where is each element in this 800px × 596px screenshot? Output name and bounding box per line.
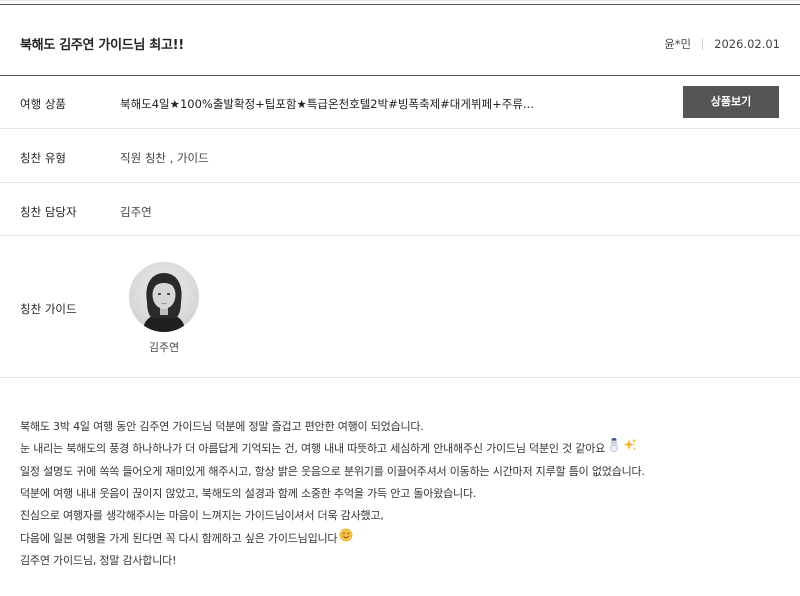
product-label: 여행 상품 — [20, 97, 66, 111]
sparkles-icon — [623, 438, 637, 460]
review-body: 북해도 3박 4일 여행 동안 김주연 가이드님 덕분에 정말 즐겁고 편안한 … — [20, 416, 780, 572]
praise-guide-label: 칭찬 가이드 — [20, 302, 77, 316]
review-line: 김주연 가이드님, 정말 감사합니다! — [20, 554, 177, 568]
product-name: 북해도4일★100%출발확정+팁포함★특급온천호텔2박#빙폭축제#대게뷔페+주류… — [120, 97, 534, 111]
page-top-border — [0, 0, 800, 1]
guide-photo — [129, 262, 199, 332]
review-line-with-emoji: 눈 내리는 북해도의 풍경 하나하나가 더 아름답게 기억되는 건, 여행 내내… — [20, 438, 780, 460]
field-row-praise-manager: 칭찬 담당자 김주연 — [0, 183, 800, 236]
review-header: 북해도 김주연 가이드님 최고!! 윤*민 2026.02.01 — [0, 4, 800, 76]
smiling-face-icon — [339, 528, 353, 550]
review-date: 2026.02.01 — [714, 37, 780, 51]
review-line: 진심으로 여행자를 생각해주시는 마음이 느껴지는 가이드님이셔서 더욱 감사했… — [20, 509, 384, 523]
review-meta: 윤*민 2026.02.01 — [664, 36, 780, 52]
praise-manager-label: 칭찬 담당자 — [20, 205, 77, 219]
snowman-icon — [607, 438, 621, 460]
review-line-text: 눈 내리는 북해도의 풍경 하나하나가 더 아름답게 기억되는 건, 여행 내내… — [20, 442, 606, 456]
field-row-praise-guide: 칭찬 가이드 김주연 — [0, 236, 800, 378]
guide-card[interactable]: 김주연 — [128, 262, 200, 355]
guide-avatar[interactable] — [129, 262, 199, 332]
field-row-product: 여행 상품 북해도4일★100%출발확정+팁포함★특급온천호텔2박#빙폭축제#대… — [0, 76, 800, 129]
review-title: 북해도 김주연 가이드님 최고!! — [20, 38, 184, 53]
praise-type-label: 칭찬 유형 — [20, 151, 66, 165]
guide-name: 김주연 — [148, 341, 180, 354]
praise-type-value: 직원 칭찬 , 가이드 — [120, 151, 209, 165]
view-product-button[interactable]: 상품보기 — [683, 86, 779, 118]
field-row-praise-type: 칭찬 유형 직원 칭찬 , 가이드 — [0, 129, 800, 183]
praise-manager-value: 김주연 — [120, 205, 152, 219]
review-line-text: 다음에 일본 여행을 가게 된다면 꼭 다시 함께하고 싶은 가이드님입니다 — [20, 531, 338, 545]
review-line-with-emoji: 다음에 일본 여행을 가게 된다면 꼭 다시 함께하고 싶은 가이드님입니다 — [20, 528, 780, 550]
review-line: 북해도 3박 4일 여행 동안 김주연 가이드님 덕분에 정말 즐겁고 편안한 … — [20, 420, 424, 433]
review-line: 일정 설명도 귀에 쏙쏙 들어오게 재미있게 해주시고, 항상 밝은 웃음으로 … — [20, 464, 645, 478]
review-line: 덕분에 여행 내내 웃음이 끊이지 않았고, 북해도의 설경과 함께 소중한 추… — [20, 487, 477, 501]
meta-divider — [702, 38, 704, 50]
review-author: 윤*민 — [664, 37, 692, 51]
